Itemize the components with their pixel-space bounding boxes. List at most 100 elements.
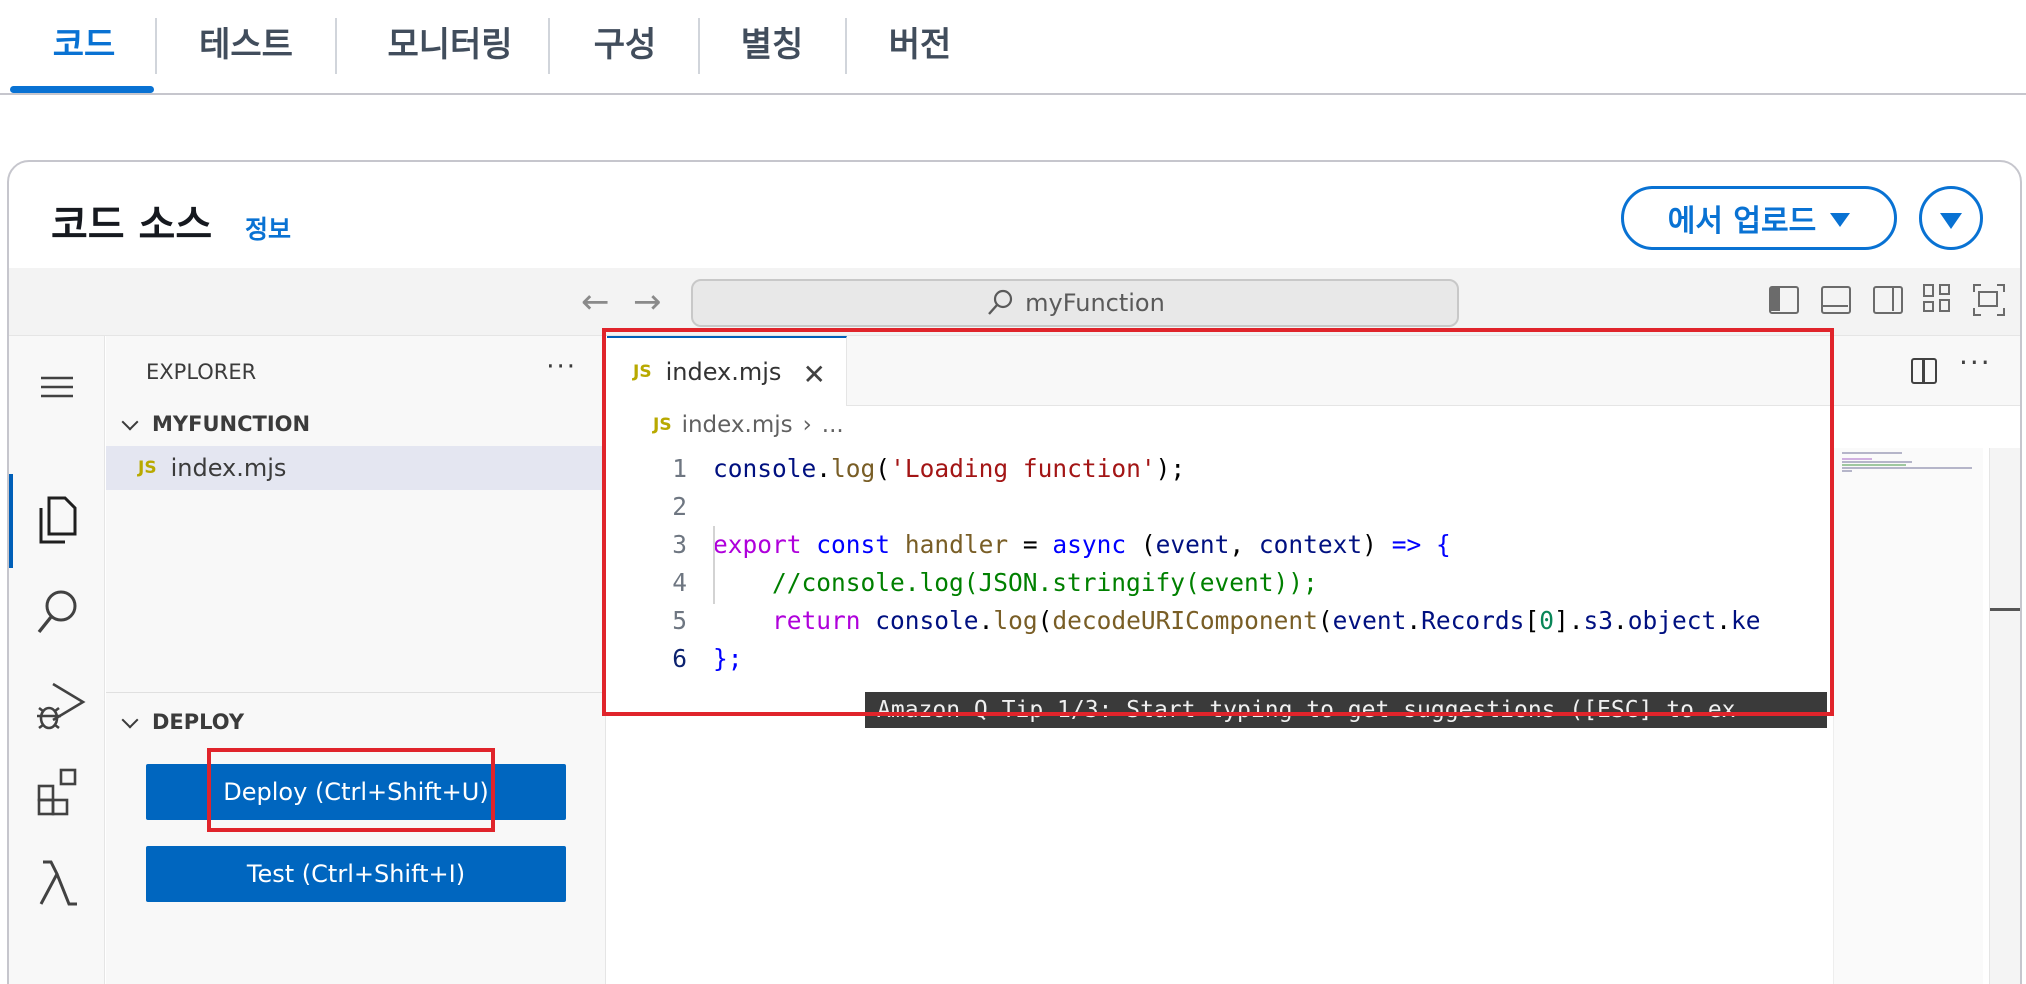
code-token: .: [1406, 606, 1422, 635]
tab-configuration[interactable]: 구성: [585, 22, 665, 68]
explorer-title: EXPLORER: [146, 360, 257, 384]
code-token: ].: [1553, 606, 1584, 635]
line-number: 1: [672, 454, 687, 483]
explorer-files-icon[interactable]: [33, 494, 83, 550]
line-number: 2: [672, 492, 687, 521]
code-text: //console.log(JSON.stringify(event));: [713, 564, 1318, 602]
code-token: return: [772, 606, 861, 635]
code-token: =: [1008, 530, 1053, 559]
more-actions-button[interactable]: [1919, 186, 1983, 250]
javascript-file-icon: JS: [138, 458, 157, 478]
tab-versions[interactable]: 버전: [880, 22, 960, 68]
code-token: event: [1155, 530, 1230, 559]
ide-title-bar: ← → myFunction: [9, 268, 2020, 336]
folder-name: MYFUNCTION: [152, 412, 311, 436]
extensions-icon[interactable]: [33, 764, 83, 820]
code-token: object: [1627, 606, 1717, 635]
code-text: return console.log(decodeURIComponent(ev…: [713, 602, 1761, 640]
lambda-icon[interactable]: [33, 856, 83, 912]
toggle-primary-sidebar-icon[interactable]: [1769, 286, 1799, 314]
command-center-text: myFunction: [1025, 289, 1165, 317]
code-token: ke: [1731, 606, 1761, 635]
code-line[interactable]: 5 return console.log(decodeURIComponent(…: [607, 602, 1827, 640]
upload-from-button[interactable]: 에서 업로드: [1621, 186, 1897, 250]
file-item-index-mjs[interactable]: JS index.mjs: [106, 446, 605, 490]
code-token: const: [816, 530, 891, 559]
tab-aliases[interactable]: 별칭: [732, 22, 812, 68]
code-token: =>: [1391, 530, 1422, 559]
code-line[interactable]: 1 console.log('Loading function');: [607, 450, 1827, 488]
toggle-secondary-sidebar-icon[interactable]: [1873, 286, 1903, 314]
tab-separator: [698, 18, 700, 74]
activity-bar: [9, 336, 105, 984]
split-editor-icon[interactable]: [1911, 358, 1937, 384]
minimap[interactable]: [1833, 448, 1983, 984]
code-token: log: [993, 606, 1038, 635]
code-line[interactable]: 2: [607, 488, 1827, 526]
code-token: context: [1258, 530, 1363, 559]
code-token: ,: [1229, 530, 1259, 559]
editor-area: JS index.mjs ✕ ··· JS index.mjs › ... 1c…: [607, 336, 2020, 984]
info-link[interactable]: 정보: [245, 210, 291, 246]
vertical-scrollbar[interactable]: [1989, 448, 2020, 984]
code-token: //console.log(JSON.stringify(event));: [772, 568, 1318, 597]
line-number: 3: [672, 530, 687, 559]
test-button[interactable]: Test (Ctrl+Shift+I): [146, 846, 566, 902]
section-divider: [106, 692, 605, 693]
amazon-q-tip: Amazon Q Tip 1/3: Start typing to get su…: [865, 692, 1827, 728]
forward-arrow-icon[interactable]: →: [633, 282, 662, 322]
code-token: console: [713, 454, 817, 483]
code-source-panel: 코드 소스 정보 에서 업로드 ← → myFunction EXPLORER …: [7, 160, 2022, 984]
caret-down-icon: [1830, 213, 1851, 227]
indent-guide: [713, 526, 715, 604]
explorer-more-icon[interactable]: ···: [546, 352, 577, 382]
customize-layout-icon[interactable]: [1923, 284, 1953, 314]
deploy-section-header[interactable]: DEPLOY: [118, 710, 244, 734]
code-text: console.log('Loading function');: [713, 450, 1185, 488]
maximize-icon[interactable]: [1973, 284, 2005, 316]
search-icon[interactable]: [33, 586, 83, 640]
toggle-panel-icon[interactable]: [1821, 286, 1851, 314]
search-icon: [988, 289, 1013, 315]
code-token: (: [875, 454, 891, 483]
chevron-down-icon: [121, 711, 139, 729]
code-token: );: [1155, 454, 1186, 483]
code-token: ): [1362, 530, 1392, 559]
code-token: .: [1716, 606, 1732, 635]
command-center-search[interactable]: myFunction: [691, 279, 1459, 327]
code-viewport[interactable]: 1 console.log('Loading function'); 2 3 expor…: [607, 336, 1829, 984]
menu-icon[interactable]: [33, 362, 83, 412]
tab-separator: [548, 18, 550, 74]
back-arrow-icon[interactable]: ←: [581, 282, 610, 322]
code-token: 'Loading function': [890, 454, 1156, 483]
code-token: log: [831, 454, 876, 483]
tab-code[interactable]: 코드: [44, 22, 124, 68]
upload-button-label: 에서 업로드: [1667, 204, 1817, 239]
chevron-down-icon: [121, 413, 139, 431]
folder-header-myfunction[interactable]: MYFUNCTION: [118, 412, 310, 436]
code-line[interactable]: 4 //console.log(JSON.stringify(event));: [607, 564, 1827, 602]
tab-monitoring[interactable]: 모니터링: [370, 22, 530, 68]
deploy-section-title: DEPLOY: [152, 710, 245, 734]
top-tabs: 코드 테스트 모니터링 구성 별칭 버전: [0, 0, 2026, 95]
code-token: Records: [1421, 606, 1525, 635]
code-token: s3: [1583, 606, 1613, 635]
code-line[interactable]: 3 export const handler = async (event, co…: [607, 526, 1827, 564]
code-editor-ide: ← → myFunction EXPLORER ··· MYFUNCTION J…: [9, 268, 2020, 984]
code-token: .: [816, 454, 832, 483]
deploy-button[interactable]: Deploy (Ctrl+Shift+U): [146, 764, 566, 820]
tab-test[interactable]: 테스트: [190, 22, 302, 68]
code-token: (: [1317, 606, 1333, 635]
page-title: 코드 소스: [51, 202, 213, 248]
code-token: async: [1052, 530, 1127, 559]
editor-more-icon[interactable]: ···: [1959, 346, 1992, 379]
code-token: export: [713, 530, 802, 559]
explorer-sidebar: EXPLORER ··· MYFUNCTION JS index.mjs DEP…: [106, 336, 606, 984]
run-and-debug-icon[interactable]: [33, 678, 86, 734]
code-line[interactable]: 6};: [607, 640, 1827, 678]
code-token: .: [1613, 606, 1628, 635]
line-number: 6: [672, 644, 687, 673]
line-number: 5: [672, 606, 687, 635]
